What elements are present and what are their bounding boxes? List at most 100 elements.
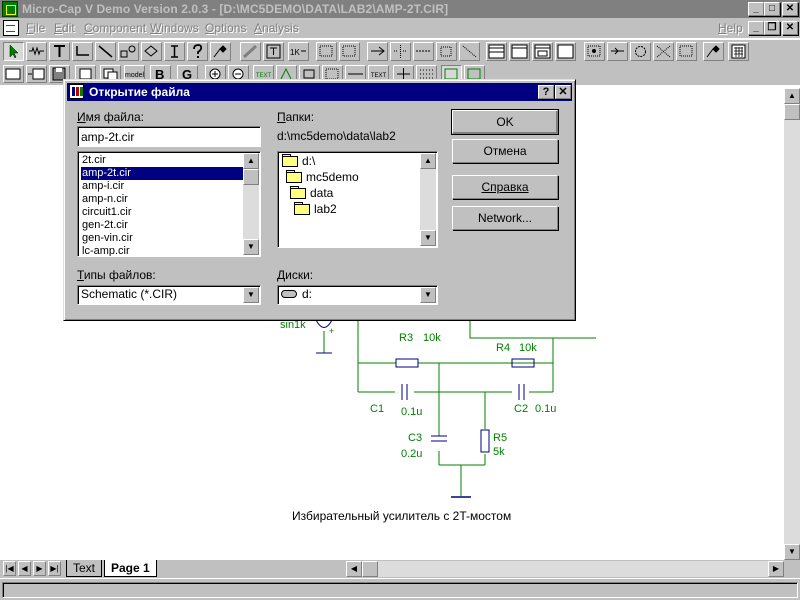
file-item[interactable]: 2t.cir bbox=[81, 154, 244, 167]
box-button[interactable] bbox=[436, 42, 457, 61]
diag-button[interactable] bbox=[459, 42, 480, 61]
node-button[interactable] bbox=[584, 42, 605, 61]
grid-button-1[interactable] bbox=[316, 42, 337, 61]
next-page-button[interactable]: ▶ bbox=[33, 561, 46, 576]
folder-item-mc5demo[interactable]: mc5demo bbox=[286, 170, 359, 185]
probe-mode-button[interactable] bbox=[703, 42, 724, 61]
pin-button[interactable] bbox=[607, 42, 628, 61]
probe-button[interactable] bbox=[210, 42, 231, 61]
dialog-close-button[interactable]: ✕ bbox=[555, 85, 571, 99]
dialog-help-button[interactable]: ? bbox=[538, 85, 554, 99]
vertical-scrollbar[interactable]: ▲ ▼ bbox=[784, 88, 800, 560]
file-list-scrollbar[interactable]: ▲ ▼ bbox=[243, 153, 259, 255]
info-button[interactable] bbox=[164, 42, 185, 61]
menu-edit[interactable]: Edit bbox=[54, 21, 75, 35]
menu-help[interactable]: Help bbox=[718, 21, 743, 35]
folder-list-scroll-up[interactable]: ▲ bbox=[420, 153, 436, 169]
file-item[interactable]: amp-i.cir bbox=[81, 180, 244, 193]
last-page-button[interactable]: ▶| bbox=[48, 561, 61, 576]
rotate-button[interactable] bbox=[367, 42, 388, 61]
folder-list[interactable]: d:\ mc5demo data lab2 ▲ ▼ bbox=[277, 151, 438, 248]
menu-analysis[interactable]: Analysis bbox=[254, 21, 299, 35]
current-path: d:\mc5demo\data\lab2 bbox=[277, 129, 396, 143]
filetype-dropdown-button[interactable]: ▼ bbox=[243, 287, 259, 303]
app-icon[interactable] bbox=[2, 1, 18, 17]
file-item[interactable]: gen-2t.cir bbox=[81, 219, 244, 232]
fit-in-button[interactable] bbox=[26, 65, 47, 83]
wire-mode-button[interactable] bbox=[72, 42, 93, 61]
filetypes-label: Типы файлов: bbox=[77, 268, 156, 282]
folder-item-data[interactable]: data bbox=[290, 186, 333, 201]
folder-item-lab2[interactable]: lab2 bbox=[294, 202, 337, 217]
graphics-button[interactable] bbox=[118, 42, 139, 61]
component-mode-button[interactable] bbox=[26, 42, 47, 61]
document-icon[interactable] bbox=[3, 20, 19, 36]
scroll-thumb[interactable] bbox=[784, 104, 800, 120]
window-layout-4[interactable] bbox=[555, 42, 576, 61]
file-list[interactable]: 2t.cir amp-2t.cir amp-i.cir amp-n.cir ci… bbox=[77, 151, 261, 257]
file-item[interactable]: amp-n.cir bbox=[81, 193, 244, 206]
menu-file[interactable]: File bbox=[26, 21, 45, 35]
grid-button-2[interactable] bbox=[339, 42, 360, 61]
text-box-button[interactable] bbox=[263, 42, 284, 61]
folder-list-scroll-down[interactable]: ▼ bbox=[420, 230, 436, 246]
file-list-scroll-down[interactable]: ▼ bbox=[243, 239, 259, 255]
ok-button[interactable]: OK bbox=[451, 109, 559, 135]
cancel-button[interactable]: Отмена bbox=[452, 139, 558, 163]
file-item[interactable]: circuit1.cir bbox=[81, 206, 244, 219]
tab-page-1[interactable]: Page 1 bbox=[104, 560, 157, 577]
text-mode-button[interactable] bbox=[49, 42, 70, 61]
menu-component[interactable]: Component bbox=[84, 21, 146, 35]
filename-input[interactable] bbox=[77, 126, 261, 147]
window-layout-1[interactable] bbox=[486, 42, 507, 61]
diagonal-wire-button[interactable] bbox=[95, 42, 116, 61]
calculator-button[interactable] bbox=[728, 42, 749, 61]
menu-options[interactable]: Options bbox=[205, 21, 246, 35]
hscroll-thumb[interactable] bbox=[362, 561, 378, 577]
menu-windows[interactable]: Windows bbox=[150, 21, 199, 35]
file-item[interactable]: gen-vin.cir bbox=[81, 232, 244, 245]
drive-select[interactable]: d: ▼ bbox=[277, 285, 438, 305]
file-list-scroll-up[interactable]: ▲ bbox=[243, 153, 259, 169]
refresh-button[interactable] bbox=[630, 42, 651, 61]
first-page-button[interactable]: |◀ bbox=[3, 561, 16, 576]
file-item-selected[interactable]: amp-2t.cir bbox=[81, 167, 244, 180]
folders-label: Папки: bbox=[277, 110, 315, 124]
scroll-down-button[interactable]: ▼ bbox=[784, 544, 800, 560]
window-layout-2[interactable] bbox=[509, 42, 530, 61]
doc-restore-button[interactable]: ❐ bbox=[764, 21, 780, 35]
drive-dropdown-button[interactable]: ▼ bbox=[420, 287, 436, 303]
flip-button[interactable] bbox=[413, 42, 434, 61]
filetype-select[interactable]: Schematic (*.CIR) ▼ bbox=[77, 285, 261, 305]
doc-close-button[interactable]: ✕ bbox=[782, 21, 798, 35]
probe-icon bbox=[706, 45, 720, 58]
close-button[interactable]: ✕ bbox=[782, 2, 798, 16]
minimize-button[interactable]: _ bbox=[748, 2, 764, 16]
fit-button[interactable] bbox=[3, 65, 24, 83]
doc-minimize-button[interactable]: _ bbox=[748, 21, 764, 35]
cross-icon bbox=[656, 45, 671, 58]
folder-item-root[interactable]: d:\ bbox=[282, 154, 315, 169]
scroll-left-button[interactable]: ◀ bbox=[346, 561, 362, 577]
select-mode-button[interactable] bbox=[3, 42, 24, 61]
file-list-scroll-thumb[interactable] bbox=[243, 169, 259, 185]
help-button[interactable]: Справка bbox=[452, 175, 558, 199]
file-item[interactable]: lc-amp.cir bbox=[81, 245, 244, 256]
help-query-button[interactable] bbox=[187, 42, 208, 61]
scroll-right-button[interactable]: ▶ bbox=[768, 561, 784, 577]
flag-button[interactable] bbox=[141, 42, 162, 61]
prev-page-button[interactable]: ◀ bbox=[18, 561, 31, 576]
mirror-button[interactable] bbox=[390, 42, 411, 61]
cross-button[interactable] bbox=[653, 42, 674, 61]
diagonal-line-icon bbox=[98, 45, 113, 58]
folder-list-scrollbar[interactable]: ▲ ▼ bbox=[420, 153, 436, 246]
window-layout-3[interactable] bbox=[532, 42, 553, 61]
tab-text[interactable]: Text bbox=[66, 560, 103, 577]
scroll-up-button[interactable]: ▲ bbox=[784, 88, 800, 104]
maximize-button[interactable]: □ bbox=[764, 2, 780, 16]
attribute-button[interactable]: 1K bbox=[288, 42, 309, 61]
horizontal-scrollbar[interactable]: ◀ ▶ bbox=[346, 561, 784, 577]
network-button[interactable]: Network... bbox=[452, 206, 558, 230]
pen-button[interactable] bbox=[240, 42, 261, 61]
dots-button[interactable] bbox=[676, 42, 697, 61]
